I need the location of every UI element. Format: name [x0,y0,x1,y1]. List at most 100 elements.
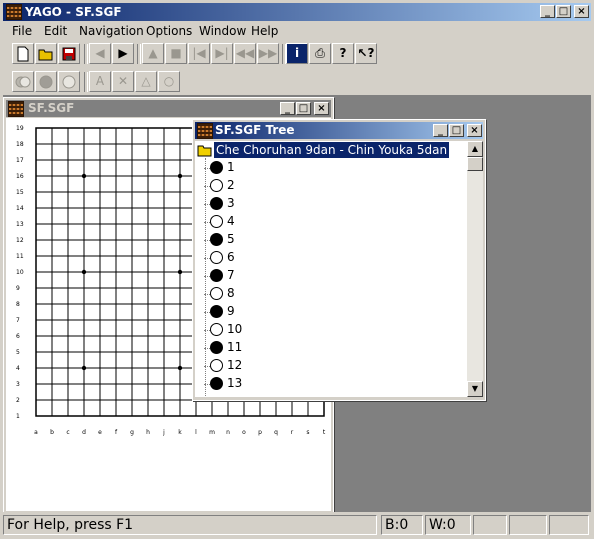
row-label: 11 [16,253,24,260]
menu-file[interactable]: File [12,24,32,38]
col-label: l [195,429,197,436]
tree-move-node[interactable]: 11 [195,339,465,357]
white-stone-icon [210,359,223,372]
folder-open-icon [38,49,53,61]
menu-options[interactable]: Options [146,24,192,38]
yago-doc-icon[interactable] [8,101,24,117]
help-button[interactable]: ? [332,43,354,64]
move-number: 2 [227,178,235,192]
last-move-button[interactable]: ▶| [211,43,233,64]
board-window-title: SF.SGF [28,101,75,115]
stone-toggle-button[interactable] [12,71,34,92]
col-label: p [258,429,262,436]
label-mark-button[interactable]: A [89,71,111,92]
letter-a-icon: A [95,74,105,88]
next-move-button[interactable]: ▶ [112,43,134,64]
scroll-thumb[interactable] [467,157,483,171]
tree-window-titlebar[interactable]: SF.SGF Tree _ □ × [195,122,483,139]
status-help-text: For Help, press F1 [3,515,377,535]
star-point [81,173,87,179]
circle-mark-button[interactable]: ○ [158,71,180,92]
menu-navigation[interactable]: Navigation [79,24,144,38]
triangle-mark-button[interactable]: △ [135,71,157,92]
move-number: 11 [227,340,243,354]
col-label: j [162,429,165,436]
tree-move-node[interactable]: 6 [195,249,465,267]
row-label: 9 [16,285,20,292]
col-label: g [130,429,134,436]
black-stone-icon [39,75,53,89]
menu-bar: File Edit Navigation Options Window Help [3,22,591,40]
menu-window[interactable]: Window [199,24,246,38]
board-minimize-button[interactable]: _ [280,102,295,115]
pointer-question-icon: ↖? [357,46,375,60]
row-label: 7 [16,317,20,324]
tree-close-button[interactable]: × [467,124,482,137]
white-captures: W:0 [425,515,471,535]
open-file-button[interactable] [35,43,57,64]
white-stone-button[interactable] [58,71,80,92]
stop-button[interactable]: ■ [165,43,187,64]
tree-move-node[interactable]: 10 [195,321,465,339]
tree-move-node[interactable]: 4 [195,213,465,231]
cross-mark-button[interactable]: ✕ [112,71,134,92]
menu-edit[interactable]: Edit [44,24,67,38]
maximize-button[interactable]: □ [556,5,571,18]
move-number: 12 [227,358,243,372]
tree-move-node[interactable]: 2 [195,177,465,195]
col-label: t [323,429,326,436]
close-button[interactable]: × [574,5,589,18]
tree-move-node[interactable]: 7 [195,267,465,285]
col-label: d [82,429,86,436]
row-label: 5 [16,349,20,356]
info-button[interactable]: i [286,43,308,64]
tree-move-node[interactable]: 13 [195,375,465,393]
col-label: k [178,429,182,436]
black-stone-icon [210,341,223,354]
status-bar: For Help, press F1 B:0 W:0 [0,512,594,539]
tree-move-node[interactable]: 1 [195,159,465,177]
tree-view[interactable]: Che Choruhan 9dan - Chin Youka 5dan 1234… [195,141,467,397]
board-window-titlebar[interactable]: SF.SGF _ □ × [6,100,331,117]
print-button[interactable]: ⎙ [309,43,331,64]
tree-move-node[interactable]: 3 [195,195,465,213]
app-titlebar[interactable]: YAGO - SF.SGF _ □ × [3,3,591,21]
save-button[interactable] [58,43,80,64]
col-label: o [242,429,246,436]
minimize-button[interactable]: _ [540,5,555,18]
col-label: r [291,429,294,436]
yago-tree-icon[interactable] [197,123,213,139]
white-stone-icon [210,323,223,336]
scroll-down-button[interactable]: ▼ [467,381,483,397]
tree-move-node[interactable]: 9 [195,303,465,321]
board-maximize-button[interactable]: □ [296,102,311,115]
black-stone-button[interactable] [35,71,57,92]
printer-icon: ⎙ [315,46,325,60]
tree-move-node[interactable]: 8 [195,285,465,303]
up-variation-button[interactable]: ▲ [142,43,164,64]
context-help-button[interactable]: ↖? [355,43,377,64]
app-title: YAGO - SF.SGF [25,5,122,19]
menu-help[interactable]: Help [251,24,278,38]
first-move-button[interactable]: |◀ [188,43,210,64]
tree-minimize-button[interactable]: _ [433,124,448,137]
tree-move-node[interactable]: 5 [195,231,465,249]
move-number: 5 [227,232,235,246]
rewind-button[interactable]: ◀◀ [234,43,256,64]
tree-scrollbar[interactable]: ▲ ▼ [467,141,483,397]
fast-forward-button[interactable]: ▶▶ [257,43,279,64]
board-close-button[interactable]: × [314,102,329,115]
row-label: 4 [16,365,20,372]
tree-move-node[interactable]: 12 [195,357,465,375]
move-number: 10 [227,322,243,336]
prev-move-button[interactable]: ◀ [89,43,111,64]
yago-app-icon[interactable] [6,4,22,20]
tree-root-node[interactable]: Che Choruhan 9dan - Chin Youka 5dan [195,142,467,158]
scroll-up-button[interactable]: ▲ [467,141,483,157]
move-number: 1 [227,160,235,174]
move-number: 7 [227,268,235,282]
tree-maximize-button[interactable]: □ [449,124,464,137]
save-disk-icon [62,47,76,61]
new-file-button[interactable] [12,43,34,64]
white-stone-icon [210,287,223,300]
